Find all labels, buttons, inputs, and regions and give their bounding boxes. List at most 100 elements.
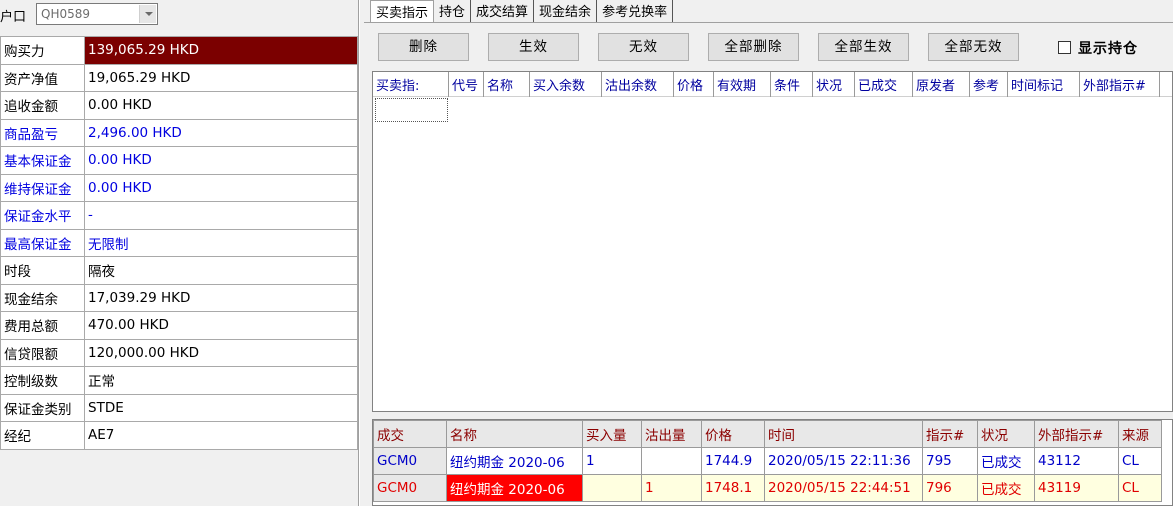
account-info-table: 购买力 139,065.29 HKD 资产净值 19,065.29 HKD 追收金额 0.…	[0, 36, 358, 450]
order-column-header[interactable]: 外部指示#	[1080, 72, 1160, 97]
trade-column-header[interactable]: 时间	[764, 420, 923, 448]
info-row[interactable]: 最高保证金 无限制	[0, 228, 358, 257]
trade-cell: 2020/05/15 22:11:36	[764, 447, 923, 475]
order-column-header[interactable]: 沽出余数	[602, 72, 674, 97]
trade-column-header[interactable]: 沽出量	[641, 420, 702, 448]
trade-table: 成交 名称 买入量 沽出量 价格 时间 指示# 状况 外部指示# 来源 GCM0 纽约期金 2020…	[373, 420, 1162, 502]
info-row[interactable]: 现金结余 17,039.29 HKD	[0, 283, 358, 312]
trade-column-header[interactable]: 指示#	[922, 420, 978, 448]
order-column-header[interactable]: 买卖指:	[373, 72, 449, 97]
info-value: STDE	[84, 393, 358, 422]
order-column-header[interactable]: 买入余数	[530, 72, 602, 97]
info-row[interactable]: 费用总额 470.00 HKD	[0, 311, 358, 340]
trade-row[interactable]: GCM0 纽约期金 2020-06 1 1748.1 2020/05/15 22:44:…	[373, 474, 1162, 502]
trade-column-header[interactable]: 买入量	[582, 420, 642, 448]
info-key: 基本保证金	[0, 146, 85, 175]
trade-column-header[interactable]: 来源	[1118, 420, 1162, 448]
trade-cell	[582, 474, 642, 502]
grid-focus-cell[interactable]	[375, 98, 448, 122]
order-column-header[interactable]: 条件	[771, 72, 813, 97]
account-panel: 户口 QH0589 购买力 139,065.29 HKD 资产净值 19,065.29…	[0, 0, 360, 506]
info-key: 资产净值	[0, 63, 85, 92]
order-column-header[interactable]: 已成交	[855, 72, 913, 97]
delete-all-button[interactable]: 全部删除	[708, 33, 799, 61]
info-key: 时段	[0, 256, 85, 285]
trade-cell: 2020/05/15 22:44:51	[764, 474, 923, 502]
tab-3[interactable]: 现金结余	[534, 0, 598, 22]
info-row[interactable]: 追收金额 0.00 HKD	[0, 91, 358, 120]
order-column-header[interactable]: 参考	[970, 72, 1008, 97]
info-row[interactable]: 资产净值 19,065.29 HKD	[0, 63, 358, 92]
activate-button[interactable]: 生效	[488, 33, 579, 61]
show-positions-label: 显示持仓	[1078, 41, 1138, 57]
info-row[interactable]: 控制级数 正常	[0, 366, 358, 395]
trade-cell: 1	[582, 447, 642, 475]
info-row[interactable]: 商品盈亏 2,496.00 HKD	[0, 118, 358, 147]
info-key: 控制级数	[0, 366, 85, 395]
info-value: 139,065.29 HKD	[84, 36, 358, 65]
trade-cell: 已成交	[977, 447, 1035, 475]
order-column-header[interactable]: 原发者	[913, 72, 970, 97]
order-column-header[interactable]: 状况	[813, 72, 855, 97]
tab-bar: 买卖指示 持仓 成交结算 现金结余 参考兑换率	[370, 0, 674, 23]
info-key: 现金结余	[0, 283, 85, 312]
trade-cell: 已成交	[977, 474, 1035, 502]
info-row[interactable]: 购买力 139,065.29 HKD	[0, 36, 358, 65]
info-value: 正常	[84, 366, 358, 395]
trade-cell: GCM0	[373, 474, 447, 502]
info-key: 最高保证金	[0, 228, 85, 257]
order-column-header[interactable]: 代号	[449, 72, 484, 97]
delete-button[interactable]: 删除	[378, 33, 469, 61]
order-column-header[interactable]: 名称	[484, 72, 530, 97]
info-value: 无限制	[84, 228, 358, 257]
tab-divider	[364, 22, 1173, 23]
trade-column-header[interactable]: 成交	[373, 420, 447, 448]
account-selector-row: 户口 QH0589	[0, 2, 160, 26]
deactivate-all-button[interactable]: 全部无效	[928, 33, 1019, 61]
pane-splitter[interactable]	[372, 412, 1173, 419]
info-row[interactable]: 维持保证金 0.00 HKD	[0, 173, 358, 202]
trade-grid[interactable]: 成交 名称 买入量 沽出量 价格 时间 指示# 状况 外部指示# 来源 GCM0 纽约期金 2020…	[372, 419, 1173, 506]
activate-all-button[interactable]: 全部生效	[818, 33, 909, 61]
trade-column-header[interactable]: 名称	[446, 420, 583, 448]
info-value: 17,039.29 HKD	[84, 283, 358, 312]
trade-row[interactable]: GCM0 纽约期金 2020-06 1 1744.9 2020/05/15 22:11:…	[373, 447, 1162, 475]
account-label: 户口	[0, 10, 27, 25]
info-row[interactable]: 信贷限额 120,000.00 HKD	[0, 338, 358, 367]
order-grid[interactable]: 买卖指: 代号 名称 买入余数 沽出余数 价格 有效期 条件 状况 已成交 原发者 参考 时间标记 外部指…	[372, 71, 1173, 412]
info-row[interactable]: 基本保证金 0.00 HKD	[0, 146, 358, 175]
tab-2[interactable]: 成交结算	[471, 0, 535, 22]
account-value: QH0589	[41, 7, 91, 21]
info-key: 经纪	[0, 421, 85, 450]
order-column-header[interactable]: 价格	[674, 72, 714, 97]
trade-column-header[interactable]: 状况	[977, 420, 1035, 448]
trade-cell: 43112	[1034, 447, 1119, 475]
trade-column-header[interactable]: 外部指示#	[1034, 420, 1119, 448]
info-value: 隔夜	[84, 256, 358, 285]
panel-divider	[358, 0, 360, 506]
order-grid-header: 买卖指: 代号 名称 买入余数 沽出余数 价格 有效期 条件 状况 已成交 原发者 参考 时间标记 外部指…	[373, 72, 1172, 97]
info-value: 0.00 HKD	[84, 91, 358, 120]
order-column-header[interactable]: 有效期	[714, 72, 771, 97]
account-dropdown[interactable]: QH0589	[36, 3, 158, 25]
info-row[interactable]: 保证金水平 -	[0, 201, 358, 230]
trade-cell: 796	[922, 474, 978, 502]
info-value: 120,000.00 HKD	[84, 338, 358, 367]
trade-cell: GCM0	[373, 447, 447, 475]
tab-0[interactable]: 买卖指示	[370, 0, 435, 23]
info-value: 19,065.29 HKD	[84, 63, 358, 92]
tab-4[interactable]: 参考兑换率	[597, 0, 674, 22]
info-row[interactable]: 经纪 AE7	[0, 421, 358, 450]
trade-column-header[interactable]: 价格	[701, 420, 765, 448]
trade-cell: CL	[1118, 474, 1162, 502]
dropdown-button[interactable]	[139, 5, 156, 23]
tab-1[interactable]: 持仓	[434, 0, 472, 22]
order-column-header[interactable]: 时间标记	[1008, 72, 1080, 97]
info-row[interactable]: 时段 隔夜	[0, 256, 358, 285]
deactivate-button[interactable]: 无效	[598, 33, 689, 61]
show-positions-checkbox[interactable]	[1058, 41, 1071, 54]
info-row[interactable]: 保证金类别 STDE	[0, 393, 358, 422]
info-key: 追收金额	[0, 91, 85, 120]
trade-cell: 1744.9	[701, 447, 765, 475]
trade-cell: 1748.1	[701, 474, 765, 502]
